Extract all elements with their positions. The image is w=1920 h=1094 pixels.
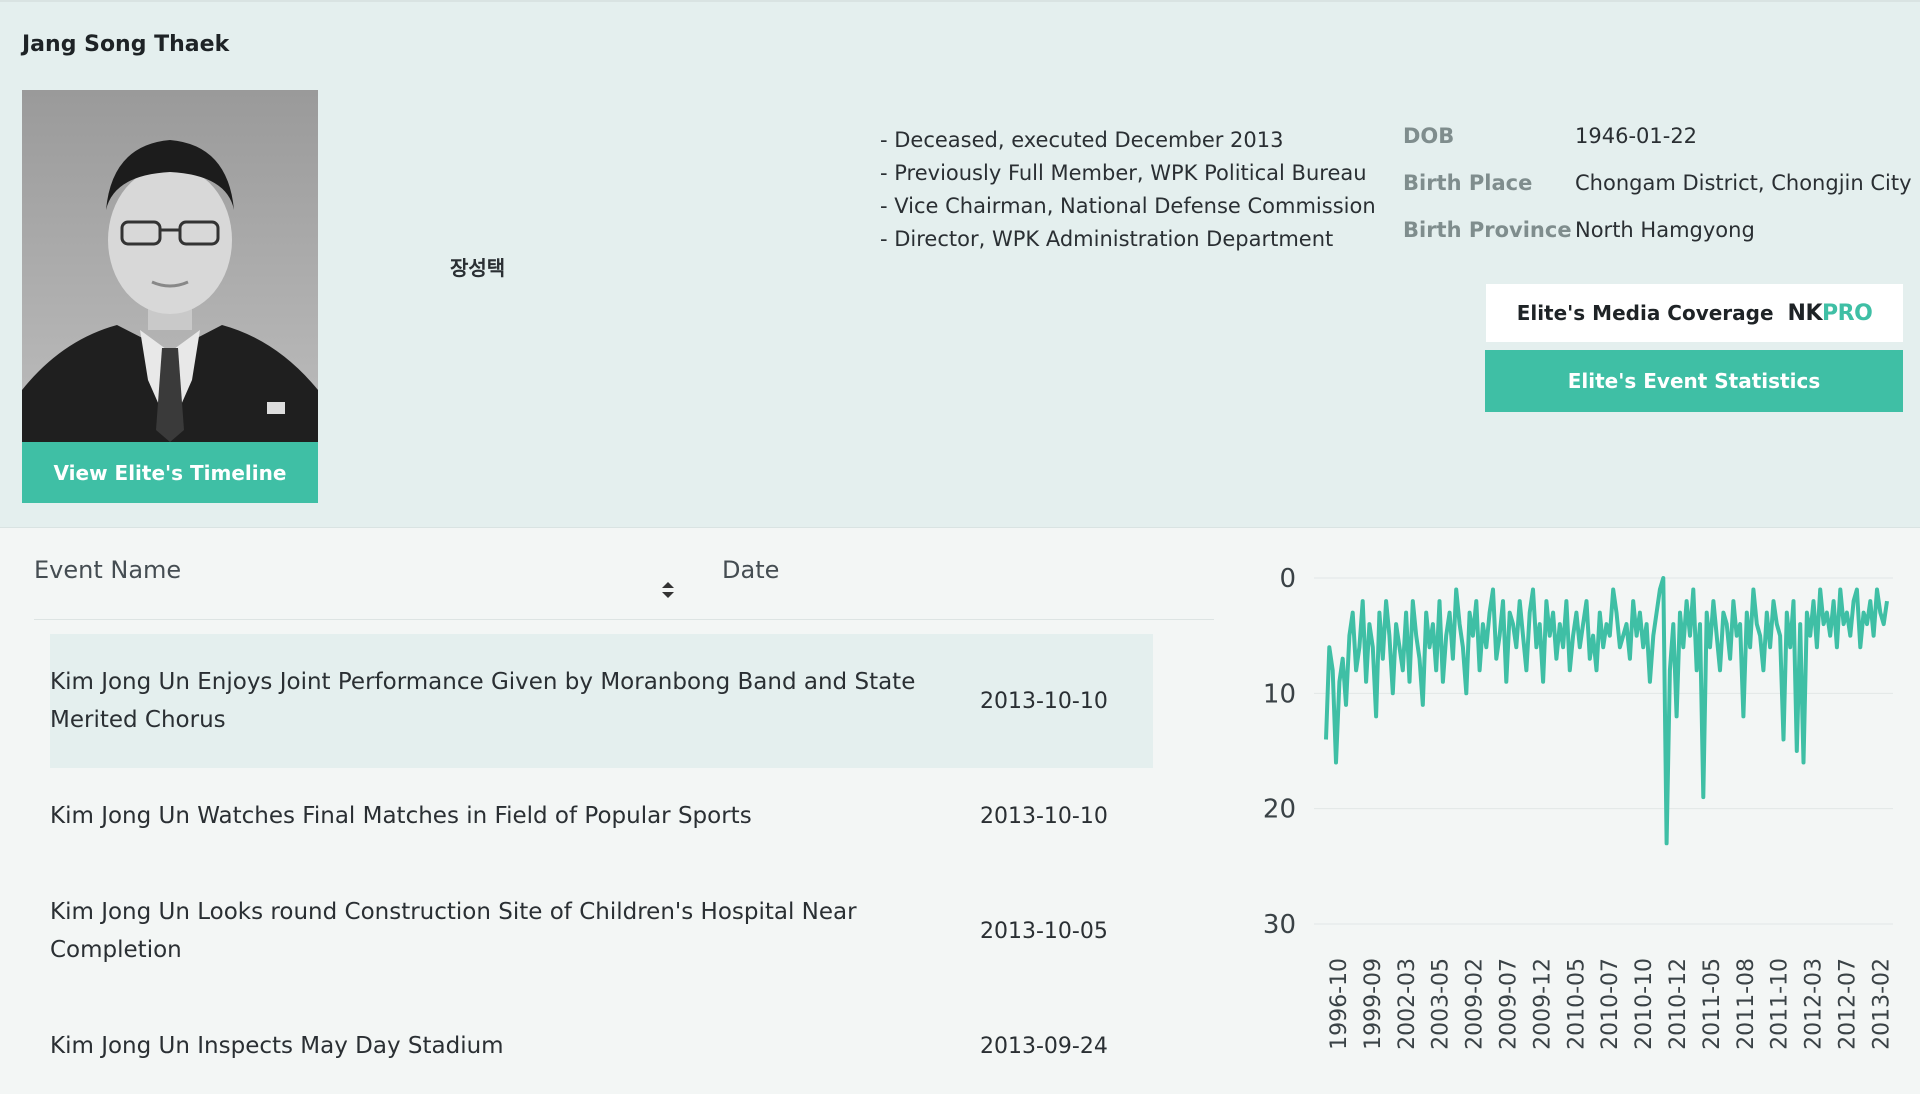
korean-name: 장성택 bbox=[450, 256, 506, 280]
event-statistics-chart: 0 10 20 30 1996-10 1999-09 2002-03 2003-05 2009-… bbox=[1263, 564, 1894, 1050]
event-statistics-button[interactable]: Elite's Event Statistics bbox=[1485, 350, 1903, 412]
x-tick-label: 2009-12 bbox=[1530, 958, 1555, 1050]
role-item: - Director, WPK Administration Departmen… bbox=[880, 227, 1334, 251]
info-row-dob: DOB 1946-01-22 bbox=[1403, 124, 1912, 171]
y-tick-label: 20 bbox=[1263, 795, 1296, 825]
sort-icon[interactable] bbox=[661, 580, 675, 600]
role-item: - Deceased, executed December 2013 bbox=[880, 128, 1284, 152]
info-label: Birth Place bbox=[1403, 171, 1533, 195]
x-tick-label: 2011-10 bbox=[1768, 958, 1793, 1050]
series-line bbox=[1324, 576, 1889, 846]
events-table-body: Kim Jong Un Enjoys Joint Performance Giv… bbox=[50, 634, 1153, 1094]
x-tick-label: 2009-02 bbox=[1463, 958, 1488, 1050]
event-name: Kim Jong Un Looks round Construction Sit… bbox=[50, 899, 857, 963]
info-value: Chongam District, Chongjin City bbox=[1575, 171, 1912, 195]
header-event-name[interactable]: Event Name bbox=[34, 556, 181, 584]
event-name: Kim Jong Un Enjoys Joint Performance Giv… bbox=[50, 669, 916, 733]
info-row-birth-province: Birth Province North Hamgyong bbox=[1403, 218, 1912, 265]
x-tick-label: 2010-12 bbox=[1666, 958, 1691, 1050]
media-coverage-label: Elite's Media Coverage bbox=[1516, 301, 1774, 325]
x-tick-label: 1996-10 bbox=[1327, 958, 1352, 1050]
nkpro-logo: NKPRO bbox=[1787, 300, 1873, 326]
event-date: 2013-09-24 bbox=[980, 1033, 1108, 1059]
photo-card: View Elite's Timeline bbox=[22, 90, 318, 503]
info-label: Birth Province bbox=[1403, 218, 1572, 242]
x-tick-label: 2010-05 bbox=[1564, 958, 1589, 1050]
event-name: Kim Jong Un Inspects May Day Stadium bbox=[50, 1033, 504, 1059]
x-tick-label: 2011-08 bbox=[1734, 958, 1759, 1050]
x-tick-label: 1999-09 bbox=[1361, 958, 1386, 1050]
x-tick-label: 2010-10 bbox=[1632, 958, 1657, 1050]
table-row[interactable]: Kim Jong Un Watches Final Matches in Fie… bbox=[50, 768, 1153, 864]
x-tick-label: 2012-07 bbox=[1836, 958, 1861, 1050]
info-label: DOB bbox=[1403, 124, 1455, 148]
table-row[interactable]: Kim Jong Un Enjoys Joint Performance Giv… bbox=[50, 634, 1153, 768]
y-tick-label: 10 bbox=[1263, 679, 1296, 709]
x-tick-label: 2002-03 bbox=[1395, 958, 1420, 1050]
events-table-header: Event Name Date bbox=[34, 548, 1214, 620]
x-tick-label: 2009-07 bbox=[1497, 958, 1522, 1050]
event-date: 2013-10-10 bbox=[980, 688, 1108, 714]
media-coverage-button[interactable]: Elite's Media Coverage NKPRO bbox=[1486, 284, 1903, 342]
y-tick-label: 30 bbox=[1263, 910, 1296, 940]
table-row[interactable]: Kim Jong Un Looks round Construction Sit… bbox=[50, 864, 1153, 998]
info-row-birth-place: Birth Place Chongam District, Chongjin C… bbox=[1403, 171, 1912, 218]
profile-header: Jang Song Thaek View Elite's Timeline 장성… bbox=[0, 0, 1920, 528]
event-name: Kim Jong Un Watches Final Matches in Fie… bbox=[50, 803, 752, 829]
event-date: 2013-10-10 bbox=[980, 803, 1108, 829]
roles-list: - Deceased, executed December 2013 - Pre… bbox=[880, 124, 1376, 256]
info-value: 1946-01-22 bbox=[1575, 124, 1698, 148]
elite-name: Jang Song Thaek bbox=[22, 32, 230, 57]
x-tick-label: 2003-05 bbox=[1429, 958, 1454, 1050]
info-value: North Hamgyong bbox=[1575, 218, 1755, 242]
header-date[interactable]: Date bbox=[722, 556, 779, 584]
event-date: 2013-10-05 bbox=[980, 918, 1108, 944]
x-tick-label: 2012-03 bbox=[1802, 958, 1827, 1050]
info-table: DOB 1946-01-22 Birth Place Chongam Distr… bbox=[1403, 124, 1912, 265]
x-tick-label: 2010-07 bbox=[1598, 958, 1623, 1050]
portrait-photo bbox=[22, 90, 318, 442]
role-item: - Vice Chairman, National Defense Commis… bbox=[880, 194, 1376, 218]
x-tick-label: 2011-05 bbox=[1700, 958, 1725, 1050]
x-tick-label: 2013-02 bbox=[1869, 958, 1894, 1050]
role-item: - Previously Full Member, WPK Political … bbox=[880, 161, 1367, 185]
view-timeline-button[interactable]: View Elite's Timeline bbox=[22, 442, 318, 503]
y-tick-label: 0 bbox=[1279, 564, 1296, 594]
